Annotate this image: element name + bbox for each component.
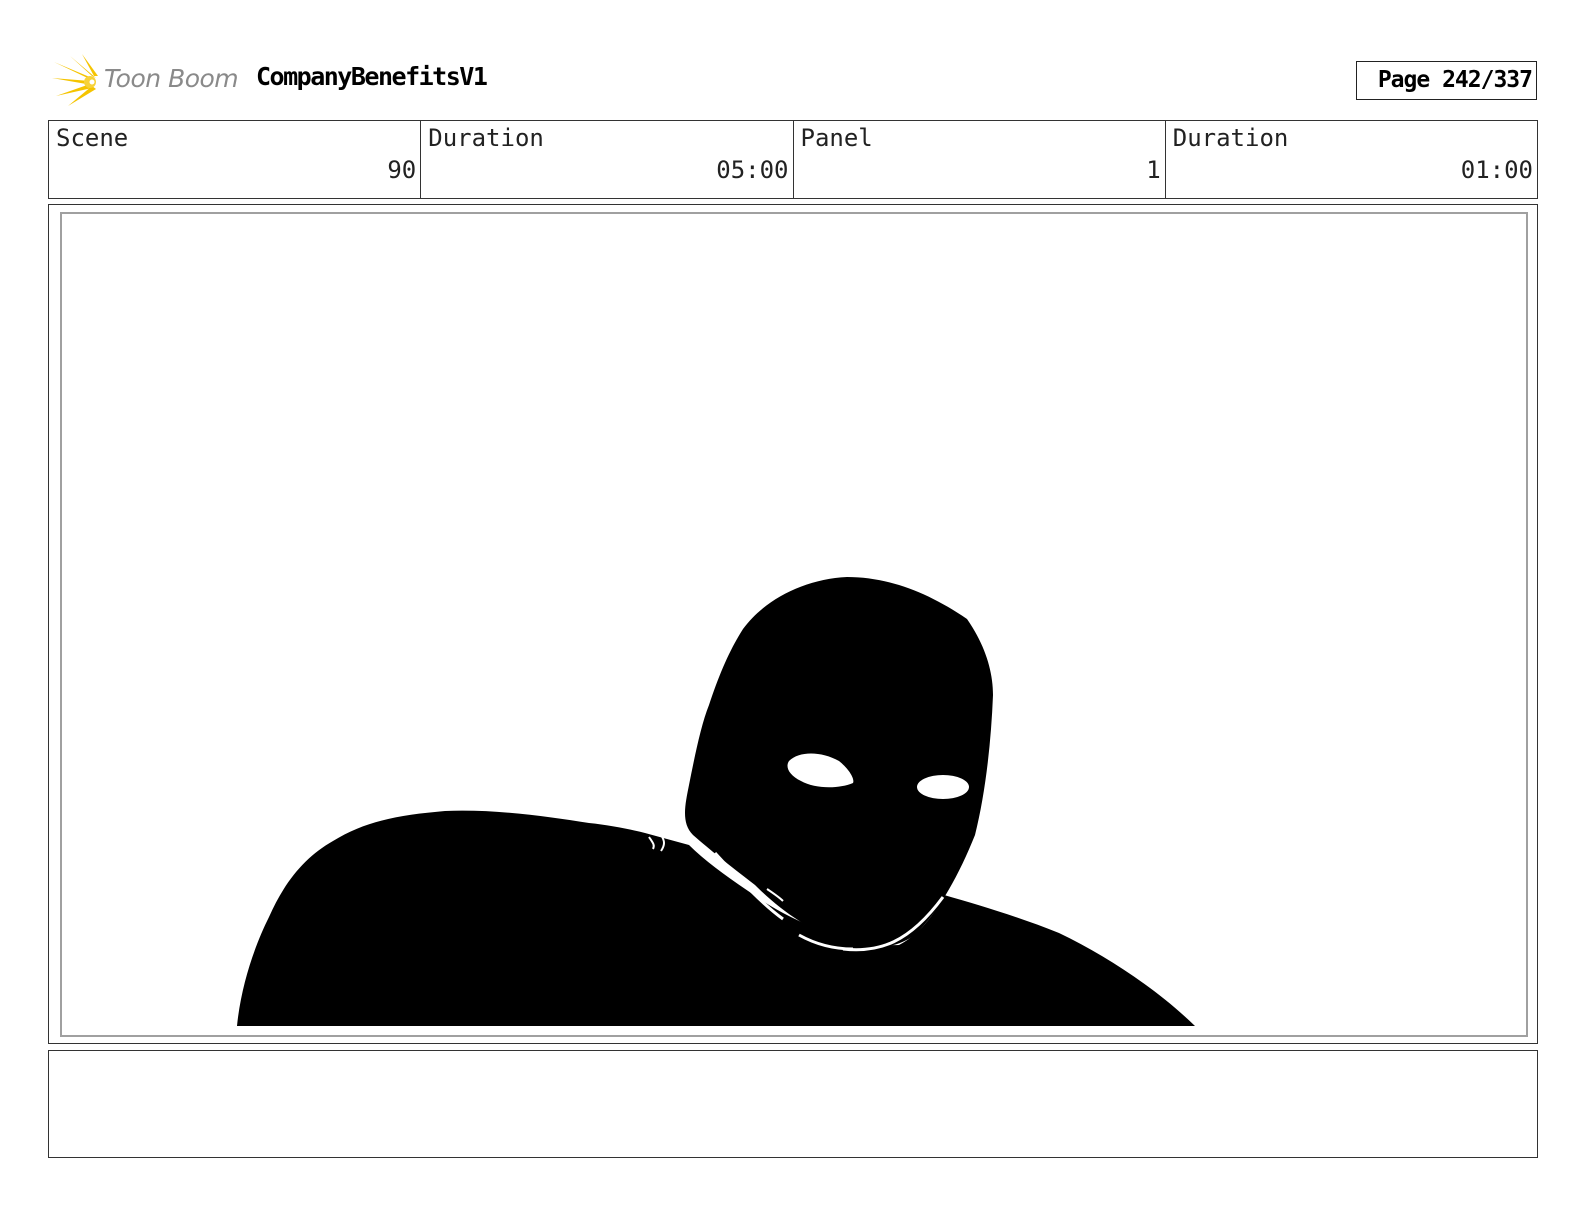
scene-cell: Scene 90 xyxy=(49,121,422,198)
logo-text: Toon Boom xyxy=(104,64,239,93)
scene-duration-label: Duration xyxy=(428,124,544,152)
panel-label: Panel xyxy=(800,124,873,152)
scene-duration-value: 05:00 xyxy=(716,156,789,184)
storyboard-panel xyxy=(48,204,1538,1044)
scene-duration-cell: Duration 05:00 xyxy=(421,121,794,198)
scene-value: 90 xyxy=(387,156,417,184)
page-number: Page 242/337 xyxy=(1356,61,1537,100)
panel-cell: Panel 1 xyxy=(794,121,1166,198)
panel-duration-label: Duration xyxy=(1172,124,1289,152)
project-title: CompanyBenefitsV1 xyxy=(256,62,488,91)
panel-duration-value: 01:00 xyxy=(1460,156,1533,184)
character-silhouette-image xyxy=(237,577,1195,1026)
panel-duration-cell: Duration 01:00 xyxy=(1166,121,1537,198)
panel-info-row: Scene 90 Duration 05:00 Panel 1 Duration… xyxy=(48,120,1538,199)
panel-value: 1 xyxy=(1146,156,1161,184)
scene-label: Scene xyxy=(56,124,129,152)
panel-notes-area xyxy=(48,1050,1538,1158)
